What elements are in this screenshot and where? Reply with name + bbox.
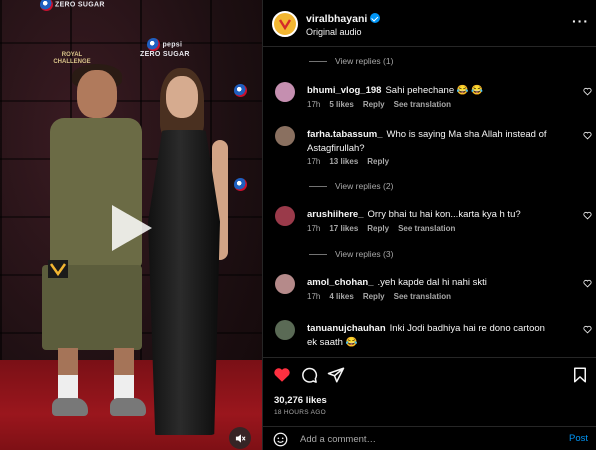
- see-translation-button[interactable]: See translation: [398, 224, 455, 233]
- more-options-icon[interactable]: ···: [572, 13, 589, 29]
- sponsor-logo: [234, 84, 249, 97]
- bookmark-icon[interactable]: [571, 366, 589, 384]
- video-player[interactable]: ZERO SUGAR pepsi ZERO SUGAR ROYAL CHALLEN…: [0, 0, 262, 450]
- post-actions: 30,276 likes 18 HOURS AGO: [263, 357, 596, 417]
- person-left: [42, 64, 147, 440]
- comment-meta: 17h 13 likes Reply: [307, 157, 390, 166]
- like-comment-icon[interactable]: [583, 131, 592, 140]
- comment-composer: Post: [263, 426, 596, 450]
- comment-meta: 17h 4 likes Reply See translation: [307, 292, 451, 301]
- comment-username[interactable]: farha.tabassum_: [307, 129, 383, 140]
- comment-username[interactable]: amol_chohan_: [307, 277, 374, 288]
- share-icon[interactable]: [327, 366, 345, 384]
- comment-meta: 17h 17 likes Reply See translation: [307, 224, 456, 233]
- view-replies-button[interactable]: View replies (1): [309, 56, 393, 66]
- view-replies-button[interactable]: View replies (2): [309, 181, 393, 191]
- reply-button[interactable]: Reply: [367, 157, 389, 166]
- reply-button[interactable]: Reply: [367, 224, 389, 233]
- post-timestamp: 18 HOURS AGO: [274, 409, 327, 416]
- person-right: [142, 68, 232, 440]
- comment-username[interactable]: bhumi_vlog_198: [307, 85, 381, 96]
- comment-text: bhumi_vlog_198 Sahi pehechane 😂 😂: [307, 85, 484, 96]
- verified-icon: [370, 13, 381, 23]
- post-panel: viralbhayani Original audio ··· View rep…: [262, 0, 596, 450]
- like-comment-icon[interactable]: [583, 211, 592, 220]
- reply-button[interactable]: Reply: [363, 100, 385, 109]
- comment-icon[interactable]: [300, 366, 318, 384]
- avatar[interactable]: [275, 82, 295, 102]
- comment-username[interactable]: arushiihere_: [307, 209, 364, 220]
- avatar[interactable]: [272, 11, 298, 37]
- brand-badge-icon: [48, 260, 68, 278]
- like-comment-icon[interactable]: [583, 87, 592, 96]
- like-count[interactable]: 30,276 likes: [274, 395, 327, 406]
- sponsor-logo: ZERO SUGAR: [40, 0, 105, 11]
- team-logo: ROYAL CHALLENGE: [53, 52, 91, 65]
- avatar[interactable]: [275, 126, 295, 146]
- avatar[interactable]: [275, 274, 295, 294]
- comments-list: View replies (1) bhumi_vlog_198 Sahi pehe…: [263, 48, 596, 356]
- mute-icon[interactable]: [229, 427, 251, 449]
- post-button[interactable]: Post: [569, 433, 588, 444]
- post-header: viralbhayani Original audio ···: [263, 0, 596, 47]
- comment-text: farha.tabassum_ Who is saying Ma sha Alla…: [307, 129, 547, 154]
- emoji-icon[interactable]: [273, 432, 288, 447]
- see-translation-button[interactable]: See translation: [394, 292, 451, 301]
- avatar[interactable]: [275, 206, 295, 226]
- heart-icon[interactable]: [273, 366, 291, 384]
- view-replies-button[interactable]: View replies (3): [309, 249, 393, 259]
- comment-input[interactable]: [300, 432, 550, 447]
- reply-button[interactable]: Reply: [363, 292, 385, 301]
- comment-text: tanuanujchauhan Inki Jodi badhiya hai re …: [307, 323, 545, 348]
- sponsor-logo: pepsi ZERO SUGAR: [140, 38, 190, 59]
- like-comment-icon[interactable]: [583, 325, 592, 334]
- audio-link[interactable]: Original audio: [306, 27, 362, 37]
- like-comment-icon[interactable]: [583, 279, 592, 288]
- post-username[interactable]: viralbhayani: [306, 13, 381, 25]
- comment-username[interactable]: tanuanujchauhan: [307, 323, 386, 334]
- avatar[interactable]: [275, 320, 295, 340]
- sponsor-logo: [234, 178, 249, 191]
- comment-text: amol_chohan_ .yeh kapde dal hi nahi skti: [307, 277, 487, 288]
- comment-meta: 17h 5 likes Reply See translation: [307, 100, 451, 109]
- comment-text: arushiihere_ Orry bhai tu hai kon...karta…: [307, 209, 521, 220]
- play-icon[interactable]: [112, 205, 152, 251]
- see-translation-button[interactable]: See translation: [394, 100, 451, 109]
